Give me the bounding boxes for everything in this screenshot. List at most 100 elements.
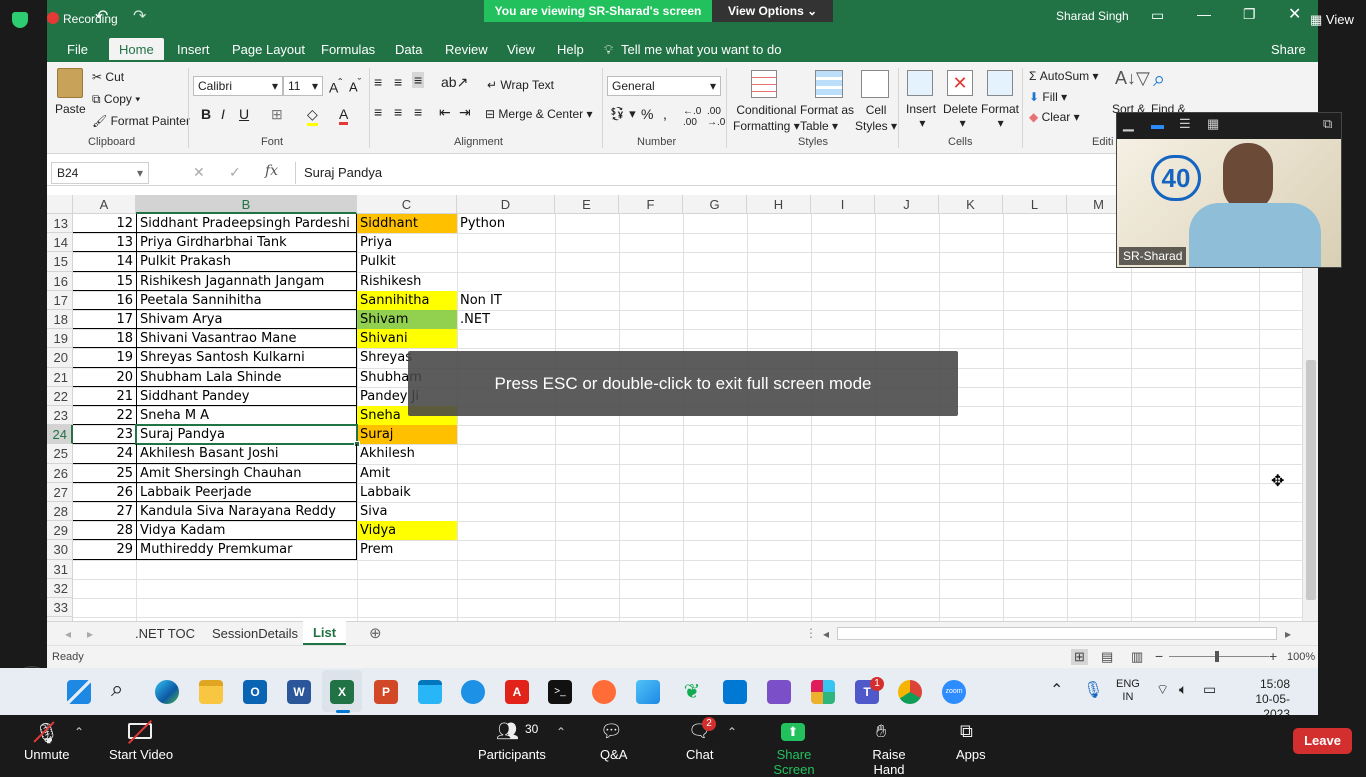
column-header-h[interactable]: H [747, 195, 811, 214]
acrobat-icon[interactable]: A [505, 680, 529, 704]
row-header[interactable]: 32 [47, 578, 73, 598]
zoom-out-icon[interactable]: − [1155, 648, 1163, 664]
cell-c[interactable]: Amit [357, 464, 457, 483]
cell-c[interactable] [357, 579, 457, 598]
align-right-icon[interactable]: ≡ [414, 104, 422, 120]
outlook-icon[interactable]: O [243, 680, 267, 704]
format-cells-button[interactable]: Format ▾ [981, 102, 1019, 130]
tab-formulas[interactable]: Formulas [321, 42, 375, 57]
row-header[interactable]: 15 [47, 252, 73, 272]
cancel-entry-icon[interactable]: ✕ [193, 164, 205, 181]
decrease-indent-icon[interactable]: ⇤ [439, 104, 451, 121]
format-as-table-button[interactable]: Format as Table ▾ [800, 102, 854, 134]
row-header[interactable]: 27 [47, 482, 73, 502]
row-header[interactable]: 20 [47, 348, 73, 368]
gallery-view-icon[interactable]: ▦ [1207, 116, 1219, 132]
cell-d[interactable] [457, 329, 555, 348]
format-painter-button[interactable]: 🖌︎ Format Painter [92, 114, 190, 128]
column-header-f[interactable]: F [619, 195, 683, 214]
sheet-tab-net-toc[interactable]: .NET TOC [135, 626, 195, 641]
cell-b[interactable]: Rishikesh Jagannath Jangam [136, 271, 357, 291]
tab-insert[interactable]: Insert [177, 42, 210, 57]
cell-d[interactable] [457, 598, 555, 617]
sort-filter-icon[interactable]: A↓▽ [1115, 68, 1150, 89]
battery-icon[interactable]: ▭ [1203, 681, 1216, 698]
cell-b[interactable]: Pulkit Prakash [136, 252, 357, 272]
row-header[interactable]: 17 [47, 290, 73, 310]
column-header-j[interactable]: J [875, 195, 939, 214]
mongodb-icon[interactable]: ❦ [680, 680, 704, 704]
leave-button[interactable]: Leave [1293, 728, 1352, 754]
cell-b[interactable]: Shivam Arya [136, 310, 357, 330]
cell-b[interactable]: Shubham Lala Shinde [136, 367, 357, 387]
scroll-tabs-left-icon[interactable]: ◂ [65, 627, 71, 641]
cell-a[interactable]: 26 [73, 483, 136, 502]
select-all-corner[interactable] [47, 195, 73, 214]
orientation-icon[interactable]: ab↗ [441, 74, 468, 91]
confirm-entry-icon[interactable]: ✓ [229, 164, 241, 181]
cell-a[interactable] [73, 598, 136, 617]
row-header[interactable]: 14 [47, 233, 73, 253]
column-header-b[interactable]: B [136, 195, 357, 214]
percent-icon[interactable]: % [641, 106, 653, 122]
hscroll-left-icon[interactable]: ◂ [823, 627, 829, 641]
insert-cells-button[interactable]: Insert ▾ [906, 102, 936, 130]
cell-d[interactable] [457, 521, 555, 540]
cell-a[interactable]: 23 [73, 425, 136, 445]
tab-file[interactable]: File [67, 42, 88, 57]
find-select-icon[interactable]: ⌕ [1153, 66, 1165, 92]
zoom-view-button[interactable]: ▦ View [1310, 12, 1354, 28]
cell-c[interactable]: Rishikesh [357, 272, 457, 291]
row-header[interactable]: 16 [47, 271, 73, 291]
start-video-button[interactable]: Start Video [104, 715, 174, 768]
microphone-icon[interactable]: 🎙︎ [1083, 680, 1103, 700]
cell-d[interactable] [457, 444, 555, 463]
row-header[interactable]: 25 [47, 444, 73, 464]
cell-d[interactable] [457, 483, 555, 502]
cell-a[interactable]: 16 [73, 291, 136, 310]
cut-button[interactable]: ✂ Cut [92, 70, 124, 84]
align-bottom-icon[interactable]: ≡ [412, 72, 425, 88]
cell-b[interactable]: Shreyas Santosh Kulkarni [136, 348, 357, 368]
row-header[interactable]: 18 [47, 310, 73, 330]
undo-icon[interactable]: ↶ [95, 6, 108, 26]
number-format-select[interactable]: General ▾ [607, 76, 721, 96]
align-left-icon[interactable]: ≡ [374, 104, 382, 120]
cell-d[interactable] [457, 233, 555, 252]
tell-me-search[interactable]: Tell me what you want to do [621, 42, 781, 57]
cell-a[interactable]: 24 [73, 444, 136, 464]
view-options-button[interactable]: View Options ⌄ [712, 0, 833, 22]
scroll-thumb[interactable] [1306, 360, 1316, 600]
fill-color-icon[interactable]: ◇ [307, 106, 318, 126]
wrap-text-button[interactable]: ↵ Wrap Text [487, 78, 554, 92]
row-header[interactable]: 22 [47, 386, 73, 406]
cell-d[interactable]: Python [457, 214, 555, 233]
cell-a[interactable]: 18 [73, 329, 136, 349]
share-button[interactable]: Share [1271, 42, 1306, 57]
column-header-i[interactable]: I [811, 195, 875, 214]
cell-c[interactable]: Labbaik [357, 483, 457, 502]
font-size-select[interactable]: 11 ▾ [283, 76, 323, 96]
cell-d[interactable] [457, 252, 555, 271]
cell-c[interactable]: Priya [357, 233, 457, 252]
cell-d[interactable] [457, 464, 555, 483]
cell-d[interactable]: Non IT [457, 291, 555, 310]
cell-b[interactable] [136, 598, 357, 617]
cell-b[interactable]: Siddhant Pandey [136, 386, 357, 406]
participants-button[interactable]: 👥︎ 30 Participants [476, 715, 546, 768]
autosum-button[interactable]: Σ AutoSum ▾ [1029, 69, 1098, 83]
slack-icon[interactable] [811, 680, 835, 704]
cell-a[interactable]: 12 [73, 214, 136, 234]
column-header-k[interactable]: K [939, 195, 1003, 214]
tab-data[interactable]: Data [395, 42, 422, 57]
paste-button[interactable]: Paste [55, 102, 86, 116]
row-header[interactable]: 33 [47, 598, 73, 618]
align-center-icon[interactable]: ≡ [394, 104, 402, 120]
row-header[interactable]: 23 [47, 406, 73, 426]
font-name-select[interactable]: Calibri ▾ [193, 76, 283, 96]
terminal-icon[interactable]: >_ [548, 680, 572, 704]
clear-button[interactable]: ◆ Clear ▾ [1029, 110, 1080, 124]
pop-out-icon[interactable]: ⧉ [1323, 116, 1332, 132]
row-header[interactable]: 24 [47, 425, 73, 445]
cell-d[interactable] [457, 272, 555, 291]
